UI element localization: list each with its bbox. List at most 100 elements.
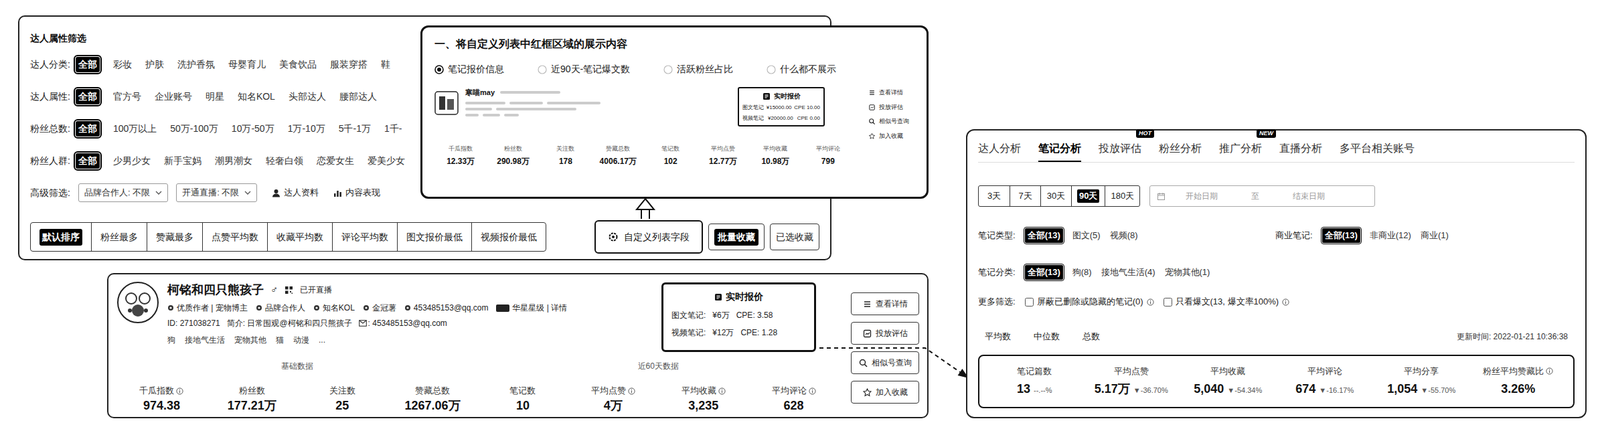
stat-tab[interactable]: 总数 [1082,330,1100,344]
period-label[interactable]: 90天 [1077,189,1100,203]
analysis-tab-label[interactable]: 直播分析 [1279,140,1323,163]
collect-action-label[interactable]: 批量收藏 [714,228,759,246]
filter-option[interactable]: 50万-100万 [170,121,219,137]
filter-option[interactable]: 10万-50万 [231,121,275,137]
analysis-tab-label[interactable]: 粉丝分析 [1158,140,1202,163]
analysis-tab-label[interactable]: 多平台相关账号 [1339,140,1415,163]
stat-tab[interactable]: 平均数 [984,330,1011,344]
period-button[interactable]: 180天 [1104,186,1140,207]
date-range-picker[interactable]: 开始日期至结束日期 [1149,185,1376,207]
analysis-tab[interactable]: 推广分析 [1219,140,1262,163]
sort-tab-label[interactable]: 赞藏最多 [155,230,194,245]
filter-option[interactable]: 全部(13) [1024,265,1064,280]
filter-option[interactable]: 潮男潮女 [214,153,253,169]
filter-dropdown[interactable]: 品牌合作人: 不限 [78,183,169,203]
filter-option[interactable]: 官方号 [113,89,142,105]
filter-option[interactable]: 全部 [75,121,100,137]
date-start[interactable]: 开始日期 [1185,190,1218,203]
period-label[interactable]: 3天 [987,189,1001,203]
display-option[interactable]: 近90天-笔记爆文数 [537,62,630,77]
sort-tab-label[interactable]: 视频报价最低 [480,230,537,245]
sort-tab-label[interactable]: 评论平均数 [341,230,389,245]
collect-action[interactable]: 批量收藏 [708,223,765,251]
filter-option[interactable]: 100万以上 [113,121,157,137]
filter-dropdown[interactable]: 开通直播: 不限 [176,183,258,203]
creator-action-button[interactable]: 查看详情 [850,292,920,316]
analysis-tab[interactable]: 多平台相关账号 [1339,140,1415,163]
period-button[interactable]: 90天 [1071,186,1105,207]
more-filter-checkbox[interactable]: 只看爆文(13, 爆文率100%) [1163,295,1291,309]
sort-tab-label[interactable]: 收藏平均数 [276,230,324,245]
sort-tab-label[interactable]: 图文报价最低 [406,230,463,245]
period-label[interactable]: 30天 [1047,189,1066,203]
filter-option[interactable]: 恋爱女生 [316,153,355,169]
filter-option[interactable]: 1千- [384,121,402,137]
sort-tab[interactable]: 图文报价最低 [396,222,472,252]
filter-link[interactable]: 达人资料 [271,186,319,200]
filter-option[interactable]: 明星 [205,89,225,105]
sort-tab[interactable]: 视频报价最低 [471,222,546,252]
filter-option[interactable]: 美食饮品 [279,56,317,73]
analysis-tab[interactable]: 达人分析 [978,140,1021,163]
custom-fields-button[interactable]: 自定义列表字段 [594,220,703,254]
filter-option[interactable]: 全部 [75,56,100,73]
filter-option[interactable]: 少男少女 [113,153,151,169]
creator-action-button[interactable]: 投放评估 [850,322,920,345]
filter-option[interactable]: 彩妆 [113,56,132,73]
sort-tab[interactable]: 点赞平均数 [202,222,268,252]
analysis-tab[interactable]: 粉丝分析HOT [1158,140,1202,163]
filter-option[interactable]: 企业账号 [154,89,193,105]
filter-option[interactable]: 1万-10万 [287,121,326,137]
period-button[interactable]: 3天 [978,186,1010,207]
filter-option[interactable]: 非商业(12) [1369,228,1412,243]
period-label[interactable]: 7天 [1018,189,1032,203]
filter-option[interactable]: 接地气生活(4) [1101,265,1156,280]
analysis-tab-label[interactable]: 投放评估 [1098,140,1142,163]
analysis-tab-label[interactable]: 达人分析 [978,140,1021,163]
stat-tab[interactable]: 中位数 [1033,330,1060,344]
filter-option[interactable]: 爱美少女 [367,153,406,169]
filter-option[interactable]: 全部(13) [1322,228,1361,244]
collect-action[interactable]: 已选收藏 [769,223,820,251]
filter-option[interactable]: 狗(8) [1072,265,1092,280]
sort-tab[interactable]: 粉丝最多 [91,222,147,252]
analysis-tab-label[interactable]: 笔记分析 [1038,140,1082,163]
period-button[interactable]: 7天 [1009,186,1041,207]
sort-tab[interactable]: 评论平均数 [332,222,397,252]
creator-name[interactable]: 柯铭和四只熊孩子 [167,281,264,300]
filter-option[interactable]: 母婴育儿 [228,56,266,73]
sort-tab-label[interactable]: 粉丝最多 [100,230,138,245]
filter-option[interactable]: 视频(8) [1109,228,1139,243]
display-option[interactable]: 活跃粉丝占比 [663,62,734,77]
period-label[interactable]: 180天 [1110,189,1135,203]
filter-option[interactable]: 宠物其他(1) [1164,265,1211,280]
filter-option[interactable]: 全部 [75,153,100,169]
sort-tab[interactable]: 赞藏最多 [146,222,203,252]
filter-option[interactable]: 护肤 [145,56,165,73]
filter-option[interactable]: 服装穿搭 [330,56,368,73]
more-filter-checkbox[interactable]: 屏蔽已删除或隐藏的笔记(0) [1024,295,1155,309]
filter-option[interactable]: 全部(13) [1024,228,1064,244]
filter-option[interactable]: 新手宝妈 [164,153,202,169]
filter-link[interactable]: 内容表现 [333,186,381,200]
display-option[interactable]: 什么都不展示 [766,62,837,77]
filter-option[interactable]: 图文(5) [1072,228,1101,243]
filter-option[interactable]: 头部达人 [288,89,327,105]
filter-option[interactable]: 全部 [75,89,100,105]
display-option[interactable]: 笔记报价信息 [434,62,505,77]
collect-action-label[interactable]: 已选收藏 [775,230,814,245]
filter-option[interactable]: 洗护香氛 [177,56,215,73]
date-end[interactable]: 结束日期 [1292,190,1325,203]
filter-option[interactable]: 商业(1) [1420,228,1449,243]
period-button[interactable]: 30天 [1040,186,1072,207]
analysis-tab[interactable]: 笔记分析 [1038,140,1082,163]
filter-option[interactable]: 5千-1万 [338,121,371,137]
filter-option[interactable]: 鞋 [380,56,391,73]
sort-tab-label[interactable]: 点赞平均数 [211,230,259,245]
sort-tab-label[interactable]: 默认排序 [39,228,83,246]
analysis-tab[interactable]: 直播分析NEW [1279,140,1323,163]
analysis-tab[interactable]: 投放评估 [1098,140,1142,163]
analysis-tab-label[interactable]: 推广分析 [1219,140,1262,163]
filter-option[interactable]: 知名KOL [237,89,276,105]
filter-option[interactable]: 轻奢白领 [265,153,304,169]
